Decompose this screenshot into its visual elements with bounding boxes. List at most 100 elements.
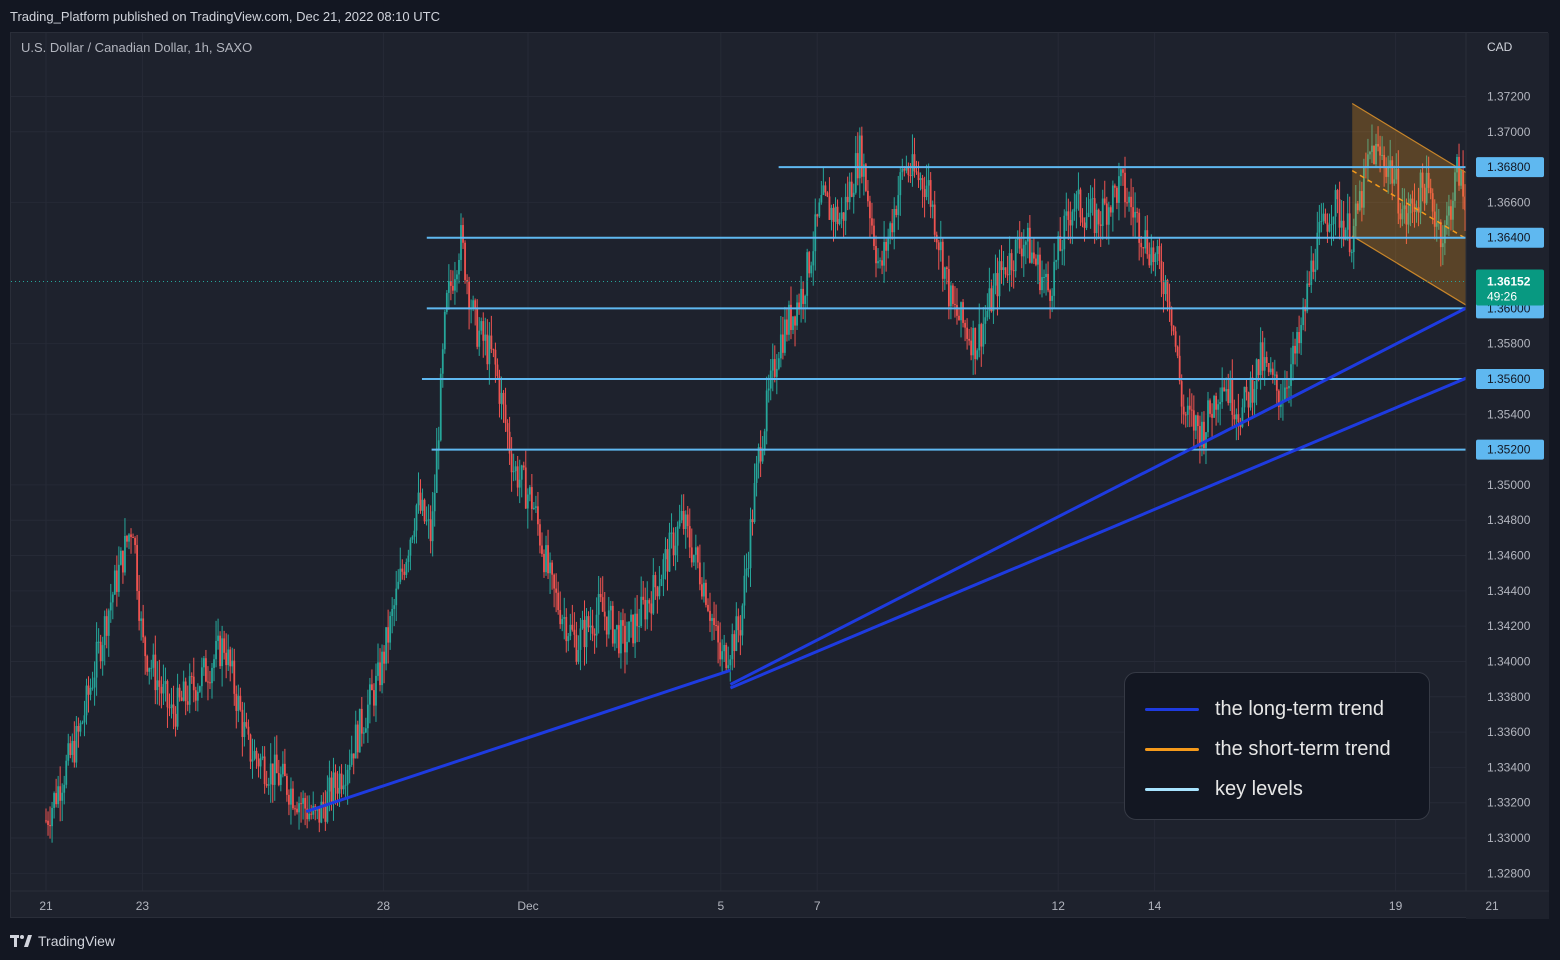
candle-body [603,611,606,617]
candle-body [1253,389,1256,403]
candle-body [618,625,620,654]
candle-body [767,388,770,391]
candle-body [761,449,764,462]
time-axis-tick: 23 [136,899,150,913]
candle-body [1126,202,1128,204]
candle-body [741,605,744,636]
candle-body [324,806,327,822]
candle-body [806,252,809,296]
candle-body [551,562,553,575]
candle-body [553,574,556,589]
candle-body [336,787,339,794]
time-axis-tick: Dec [517,899,538,913]
candle-body [500,392,503,404]
candle-body [682,511,685,529]
candle-body [77,725,80,732]
candle-body [1077,189,1080,195]
footer-brand[interactable]: TradingView [38,933,115,949]
candle-body [567,636,570,642]
candle-body [994,273,997,286]
candle-body [1128,196,1130,203]
candle-body [933,204,936,235]
candle-body [887,236,890,251]
candle-body [1217,404,1220,410]
candle-body [719,642,722,660]
candle-body [1049,290,1052,301]
candle-body [502,392,505,405]
candle-body [1255,359,1258,390]
candle-body [1142,247,1145,249]
candle-body [474,300,477,308]
candle-body [583,619,586,648]
published-header: Trading_Platform published on TradingVie… [10,9,440,24]
candle-body [1328,224,1331,232]
candle-body [429,519,432,542]
candle-body [1122,169,1124,173]
candle-body [454,279,456,291]
candle-body [105,616,108,636]
candle-body [1051,295,1054,301]
candle-body [360,708,363,734]
candle-body [362,732,365,734]
time-axis-tick: 7 [814,899,821,913]
candle-body [415,505,418,531]
candle-body [227,649,230,666]
candle-body [947,269,950,307]
candle-body [373,690,375,706]
candle-body [464,242,466,280]
candle-body [411,536,414,540]
candle-body [703,582,705,597]
footer[interactable]: TradingView [10,930,115,952]
candle-body [735,616,738,652]
candle-body [1306,283,1309,312]
candle-body [203,658,205,668]
candle-body [1168,301,1171,308]
candle-body [219,635,221,667]
candle-body [1002,267,1005,271]
time-axis-tick: 5 [717,899,724,913]
candle-body [630,614,632,622]
candle-body [233,660,236,694]
candle-body [271,763,274,785]
candle-body [377,662,379,676]
candle-body [296,808,298,813]
candle-body [779,334,782,359]
candle-body [1000,261,1003,271]
candle-body [1081,217,1084,223]
candle-body [504,404,507,424]
candle-body [952,285,954,304]
candle-body [1130,196,1132,208]
candle-body [65,760,68,785]
candle-body [132,537,134,539]
candle-body [407,555,410,562]
candle-body [632,614,634,644]
candle-body [615,625,618,630]
candle-body [907,167,910,176]
candle-body [1105,203,1108,225]
candle-body [207,681,209,683]
candle-body [1148,254,1151,266]
key-level-label: 1.35200 [1487,443,1531,457]
candle-body [694,547,697,555]
symbol-title[interactable]: U.S. Dollar / Canadian Dollar, 1h, SAXO [21,39,252,57]
candle-body [140,618,143,621]
candle-body [1132,207,1135,218]
candle-body [1067,211,1070,220]
candle-body [286,776,288,795]
candle-body [1294,345,1296,354]
candle-body [340,773,343,790]
candle-body [1190,409,1193,411]
candle-body [277,772,280,785]
candle-body [83,715,86,723]
candle-body [581,619,584,629]
candle-body [330,777,333,803]
candle-body [498,376,501,404]
candle-body [1322,213,1325,222]
candle-body [73,740,76,763]
candle-body [812,251,815,266]
candle-body [571,624,574,630]
candle-body [557,592,560,611]
price-axis-tick: 1.33800 [1487,690,1531,704]
candle-body [154,654,157,691]
candle-body [93,677,96,688]
